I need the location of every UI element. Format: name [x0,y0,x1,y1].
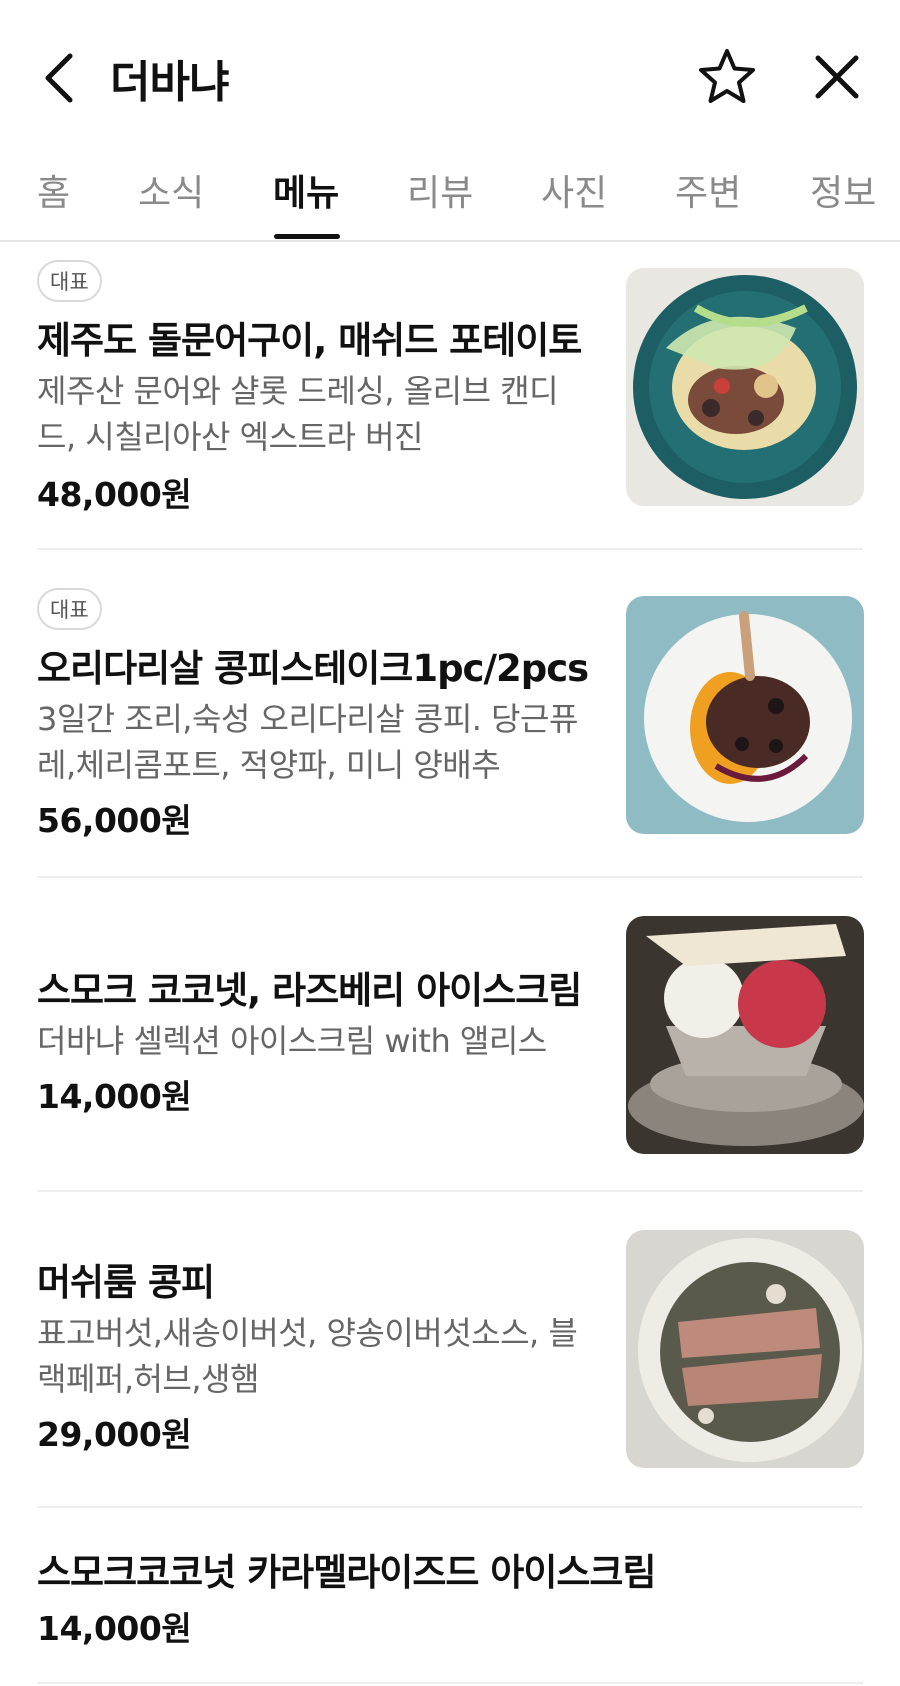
close-icon [815,55,859,99]
menu-item-name: 오리다리살 콩피스테이크1pc/2pcs [37,647,589,690]
menu-item-name: 머쉬룸 콩피 [37,1261,215,1304]
item-divider [37,1506,863,1508]
menu-item[interactable]: 대표 오리다리살 콩피스테이크1pc/2pcs 3일간 조리,숙성 오리다리살 … [0,570,900,870]
tab-photos[interactable]: 사진 [541,164,607,216]
tab-nearby[interactable]: 주변 [675,164,741,216]
tab-bar: 홈 소식 메뉴 리뷰 사진 주변 정보 [0,150,900,242]
menu-item-name: 제주도 돌문어구이, 매쉬드 포테이토 [37,319,582,362]
star-outline-icon [699,49,755,103]
menu-item-photo [626,268,864,506]
menu-item-name: 스모크코코넛 카라멜라이즈드 아이스크림 [37,1551,656,1594]
menu-item-description: 표고버섯,새송이버섯, 양송이버섯소스, 블 랙페퍼,허브,생햄 [37,1314,578,1398]
menu-item-photo [626,916,864,1154]
menu-item-description: 제주산 문어와 샬롯 드레싱, 올리브 캔디 드, 시칠리아산 엑스트라 버진 [37,372,559,456]
menu-item-price: 48,000원 [37,475,192,514]
menu-item[interactable]: 스모크코코넛 카라멜라이즈드 아이스크림 14,000원 [0,1520,900,1686]
tab-home[interactable]: 홈 [37,164,70,216]
menu-item-description: 더바냐 셀렉션 아이스크림 with 앨리스 [37,1022,547,1060]
tab-info[interactable]: 정보 [810,164,876,216]
signature-badge: 대표 [37,588,102,630]
menu-item-price: 29,000원 [37,1415,192,1454]
menu-item-price: 56,000원 [37,801,192,840]
menu-item-price: 14,000원 [37,1609,192,1648]
item-divider [37,1190,863,1192]
menu-item[interactable]: 대표 제주도 돌문어구이, 매쉬드 포테이토 제주산 문어와 샬롯 드레싱, 올… [0,240,900,550]
menu-item-name: 스모크 코코넷, 라즈베리 아이스크림 [37,969,582,1012]
item-divider [37,548,863,550]
chevron-left-icon [45,53,73,103]
menu-item-photo [626,1230,864,1468]
tab-reviews[interactable]: 리뷰 [407,164,473,216]
active-tab-indicator [274,234,340,239]
menu-item-photo [626,596,864,834]
menu-item-price: 14,000원 [37,1077,192,1116]
menu-item-description: 3일간 조리,숙성 오리다리살 콩피. 당근퓨 레,체리콤포트, 적양파, 미니… [37,700,578,784]
top-bar: 더바냐 [0,0,900,150]
tab-news[interactable]: 소식 [138,164,204,216]
favorite-button[interactable] [696,46,758,108]
tab-menu[interactable]: 메뉴 [273,164,339,216]
back-button[interactable] [38,48,82,108]
signature-badge: 대표 [37,260,102,302]
item-divider [37,876,863,878]
menu-item[interactable]: 스모크 코코넷, 라즈베리 아이스크림 더바냐 셀렉션 아이스크림 with 앨… [0,900,900,1190]
close-button[interactable] [810,50,864,104]
menu-item[interactable]: 머쉬룸 콩피 표고버섯,새송이버섯, 양송이버섯소스, 블 랙페퍼,허브,생햄 … [0,1210,900,1500]
item-divider [37,1682,863,1684]
page-title: 더바냐 [110,57,229,108]
